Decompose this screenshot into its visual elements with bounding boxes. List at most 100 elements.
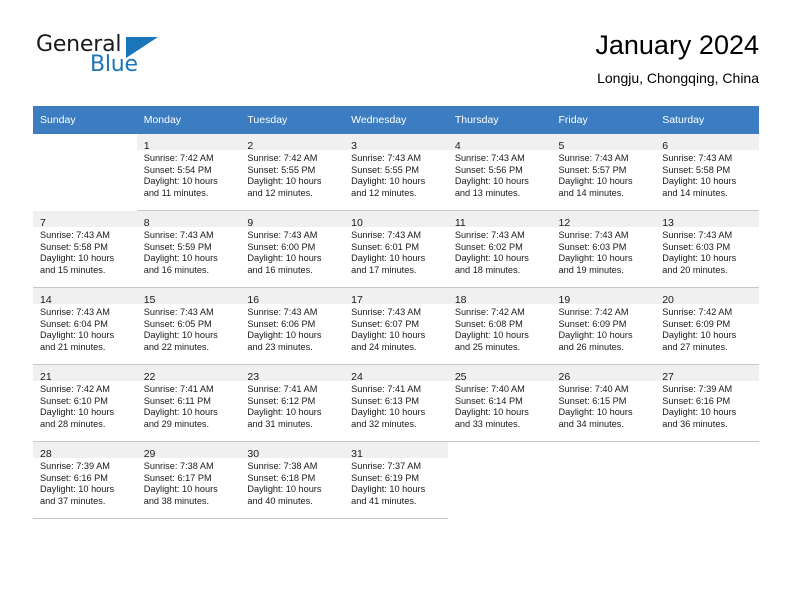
calendar-day-cell[interactable]: 26 Sunrise: 7:40 AM Sunset: 6:15 PM Dayligh…	[551, 364, 656, 442]
calendar-cell-empty	[551, 441, 656, 519]
day-number: 28	[40, 448, 52, 460]
sunset-text: Sunset: 6:15 PM	[558, 395, 627, 406]
calendar-day-cell[interactable]: 9 Sunrise: 7:43 AM Sunset: 6:00 PM Daylight…	[240, 210, 345, 288]
day-info: Sunrise: 7:40 AM Sunset: 6:15 PM Daylight:…	[552, 381, 656, 430]
sunset-text: Sunset: 5:59 PM	[143, 241, 212, 252]
calendar-day-cell[interactable]: 5 Sunrise: 7:43 AM Sunset: 5:57 PM Daylight…	[551, 134, 656, 211]
calendar-cell-empty	[655, 441, 759, 519]
calendar-cell-inner: 19 Sunrise: 7:42 AM Sunset: 6:09 PM Dayligh…	[551, 288, 656, 364]
sunrise-text: Sunrise: 7:43 AM	[662, 230, 733, 240]
calendar-day-cell[interactable]: 13 Sunrise: 7:43 AM Sunset: 6:03 PM Dayligh…	[655, 210, 759, 288]
day-info: Sunrise: 7:43 AM Sunset: 5:57 PM Daylight:…	[552, 150, 656, 199]
day-number: 31	[351, 448, 363, 460]
calendar-cell-inner: 6 Sunrise: 7:43 AM Sunset: 5:58 PM Daylight…	[655, 134, 759, 210]
day-number-bar: 17	[344, 288, 448, 306]
weekday-header-friday: Friday	[551, 106, 656, 134]
sunset-text: Sunset: 6:02 PM	[454, 241, 523, 252]
calendar-cell-inner: 11 Sunrise: 7:43 AM Sunset: 6:02 PM Dayligh…	[447, 211, 552, 287]
sunset-text: Sunset: 6:13 PM	[351, 395, 420, 406]
day-number: 29	[143, 448, 156, 460]
calendar-day-cell[interactable]: 31 Sunrise: 7:37 AM Sunset: 6:19 PM Dayligh…	[344, 441, 448, 519]
daylight-text-line2: and 29 minutes.	[143, 418, 210, 429]
weekday-header-monday: Monday	[136, 106, 241, 134]
day-number-bar: 12	[551, 211, 656, 229]
calendar-day-cell[interactable]: 21 Sunrise: 7:42 AM Sunset: 6:10 PM Dayligh…	[33, 364, 137, 442]
day-number: 16	[247, 294, 260, 306]
day-number: 21	[40, 371, 52, 383]
day-number: 10	[351, 217, 363, 229]
calendar-cell-inner: 27 Sunrise: 7:39 AM Sunset: 6:16 PM Dayligh…	[655, 365, 759, 441]
daylight-text-line1: Daylight: 10 hours	[40, 407, 115, 418]
day-number: 15	[143, 294, 156, 306]
daylight-text-line1: Daylight: 10 hours	[662, 176, 737, 187]
calendar-day-cell[interactable]: 19 Sunrise: 7:42 AM Sunset: 6:09 PM Dayligh…	[551, 287, 656, 365]
calendar-day-cell[interactable]: 10 Sunrise: 7:43 AM Sunset: 6:01 PM Dayligh…	[344, 210, 448, 288]
calendar-day-cell[interactable]: 28 Sunrise: 7:39 AM Sunset: 6:16 PM Dayligh…	[33, 441, 137, 519]
daylight-text-line1: Daylight: 10 hours	[454, 176, 529, 187]
sunset-text: Sunset: 6:01 PM	[351, 241, 420, 252]
sunrise-text: Sunrise: 7:43 AM	[662, 153, 733, 163]
calendar-cell-inner: 7 Sunrise: 7:43 AM Sunset: 5:58 PM Daylight…	[33, 211, 137, 287]
daylight-text-line1: Daylight: 10 hours	[143, 176, 218, 187]
day-info: Sunrise: 7:43 AM Sunset: 6:03 PM Daylight:…	[655, 227, 759, 276]
day-info: Sunrise: 7:42 AM Sunset: 6:09 PM Daylight:…	[655, 304, 759, 353]
day-number-bar: 10	[344, 211, 448, 229]
calendar-day-cell[interactable]: 1 Sunrise: 7:42 AM Sunset: 5:54 PM Daylight…	[136, 134, 241, 211]
calendar-day-cell[interactable]: 11 Sunrise: 7:43 AM Sunset: 6:02 PM Dayligh…	[447, 210, 552, 288]
calendar-cell-inner: 8 Sunrise: 7:43 AM Sunset: 5:59 PM Daylight…	[136, 211, 241, 287]
calendar-day-cell[interactable]: 22 Sunrise: 7:41 AM Sunset: 6:11 PM Dayligh…	[136, 364, 241, 442]
calendar-day-cell[interactable]: 6 Sunrise: 7:43 AM Sunset: 5:58 PM Daylight…	[655, 134, 759, 211]
day-info: Sunrise: 7:37 AM Sunset: 6:19 PM Daylight:…	[344, 458, 448, 507]
sunset-text: Sunset: 6:17 PM	[143, 472, 212, 483]
calendar-day-cell[interactable]: 3 Sunrise: 7:43 AM Sunset: 5:55 PM Daylight…	[344, 134, 448, 211]
calendar-day-cell[interactable]: 18 Sunrise: 7:42 AM Sunset: 6:08 PM Dayligh…	[447, 287, 552, 365]
calendar-day-cell[interactable]: 24 Sunrise: 7:41 AM Sunset: 6:13 PM Dayligh…	[344, 364, 448, 442]
sunset-text: Sunset: 5:54 PM	[143, 164, 212, 175]
day-number-bar: 16	[240, 288, 345, 306]
day-info: Sunrise: 7:39 AM Sunset: 6:16 PM Daylight:…	[33, 458, 137, 507]
day-info: Sunrise: 7:43 AM Sunset: 6:03 PM Daylight:…	[552, 227, 656, 276]
brand-logo[interactable]: General Blue	[33, 32, 263, 88]
daylight-text-line2: and 27 minutes.	[662, 341, 728, 352]
calendar-day-cell[interactable]: 29 Sunrise: 7:38 AM Sunset: 6:17 PM Dayligh…	[136, 441, 241, 519]
daylight-text-line2: and 41 minutes.	[351, 495, 417, 506]
daylight-text-line2: and 13 minutes.	[454, 187, 521, 198]
day-number-bar: 3	[344, 134, 448, 152]
daylight-text-line2: and 40 minutes.	[247, 495, 313, 506]
brand-name-blue: Blue	[90, 52, 138, 77]
calendar-day-cell[interactable]: 16 Sunrise: 7:43 AM Sunset: 6:06 PM Dayligh…	[240, 287, 345, 365]
day-info: Sunrise: 7:43 AM Sunset: 5:56 PM Daylight:…	[448, 150, 552, 199]
calendar-day-cell[interactable]: 4 Sunrise: 7:43 AM Sunset: 5:56 PM Daylight…	[447, 134, 552, 211]
daylight-text-line2: and 12 minutes.	[351, 187, 417, 198]
calendar-day-cell[interactable]: 30 Sunrise: 7:38 AM Sunset: 6:18 PM Dayligh…	[240, 441, 345, 519]
calendar-day-cell[interactable]: 15 Sunrise: 7:43 AM Sunset: 6:05 PM Dayligh…	[136, 287, 241, 365]
day-info: Sunrise: 7:43 AM Sunset: 6:00 PM Daylight:…	[240, 227, 344, 276]
calendar-day-cell[interactable]: 2 Sunrise: 7:42 AM Sunset: 5:55 PM Daylight…	[240, 134, 345, 211]
daylight-text-line1: Daylight: 10 hours	[40, 253, 115, 264]
daylight-text-line1: Daylight: 10 hours	[558, 330, 633, 341]
daylight-text-line2: and 26 minutes.	[558, 341, 624, 352]
calendar-day-cell[interactable]: 25 Sunrise: 7:40 AM Sunset: 6:14 PM Dayligh…	[447, 364, 552, 442]
calendar-cell-inner: 4 Sunrise: 7:43 AM Sunset: 5:56 PM Daylight…	[447, 134, 552, 210]
sunset-text: Sunset: 6:19 PM	[351, 472, 420, 483]
calendar-day-cell[interactable]: 12 Sunrise: 7:43 AM Sunset: 6:03 PM Dayligh…	[551, 210, 656, 288]
sunrise-text: Sunrise: 7:43 AM	[351, 230, 422, 240]
calendar-day-cell[interactable]: 23 Sunrise: 7:41 AM Sunset: 6:12 PM Dayligh…	[240, 364, 345, 442]
calendar-day-cell[interactable]: 7 Sunrise: 7:43 AM Sunset: 5:58 PM Daylight…	[33, 210, 137, 288]
day-number-bar: 23	[240, 365, 345, 383]
day-number-bar: 31	[344, 442, 448, 460]
location-subtitle: Longju, Chongqing, China	[597, 70, 759, 86]
calendar-cell-inner: 3 Sunrise: 7:43 AM Sunset: 5:55 PM Daylight…	[344, 134, 448, 210]
daylight-text-line1: Daylight: 10 hours	[143, 253, 218, 264]
calendar-day-cell[interactable]: 14 Sunrise: 7:43 AM Sunset: 6:04 PM Dayligh…	[33, 287, 137, 365]
calendar-day-cell[interactable]: 20 Sunrise: 7:42 AM Sunset: 6:09 PM Dayligh…	[655, 287, 759, 365]
daylight-text-line2: and 19 minutes.	[558, 264, 624, 275]
sunset-text: Sunset: 6:00 PM	[247, 241, 316, 252]
calendar-cell-inner: 29 Sunrise: 7:38 AM Sunset: 6:17 PM Dayligh…	[136, 442, 241, 518]
calendar-day-cell[interactable]: 8 Sunrise: 7:43 AM Sunset: 5:59 PM Daylight…	[136, 210, 241, 288]
calendar-day-cell[interactable]: 27 Sunrise: 7:39 AM Sunset: 6:16 PM Dayligh…	[655, 364, 759, 442]
daylight-text-line1: Daylight: 10 hours	[143, 407, 218, 418]
daylight-text-line1: Daylight: 10 hours	[351, 330, 426, 341]
calendar-day-cell[interactable]: 17 Sunrise: 7:43 AM Sunset: 6:07 PM Dayligh…	[344, 287, 448, 365]
daylight-text-line2: and 14 minutes.	[662, 187, 728, 198]
